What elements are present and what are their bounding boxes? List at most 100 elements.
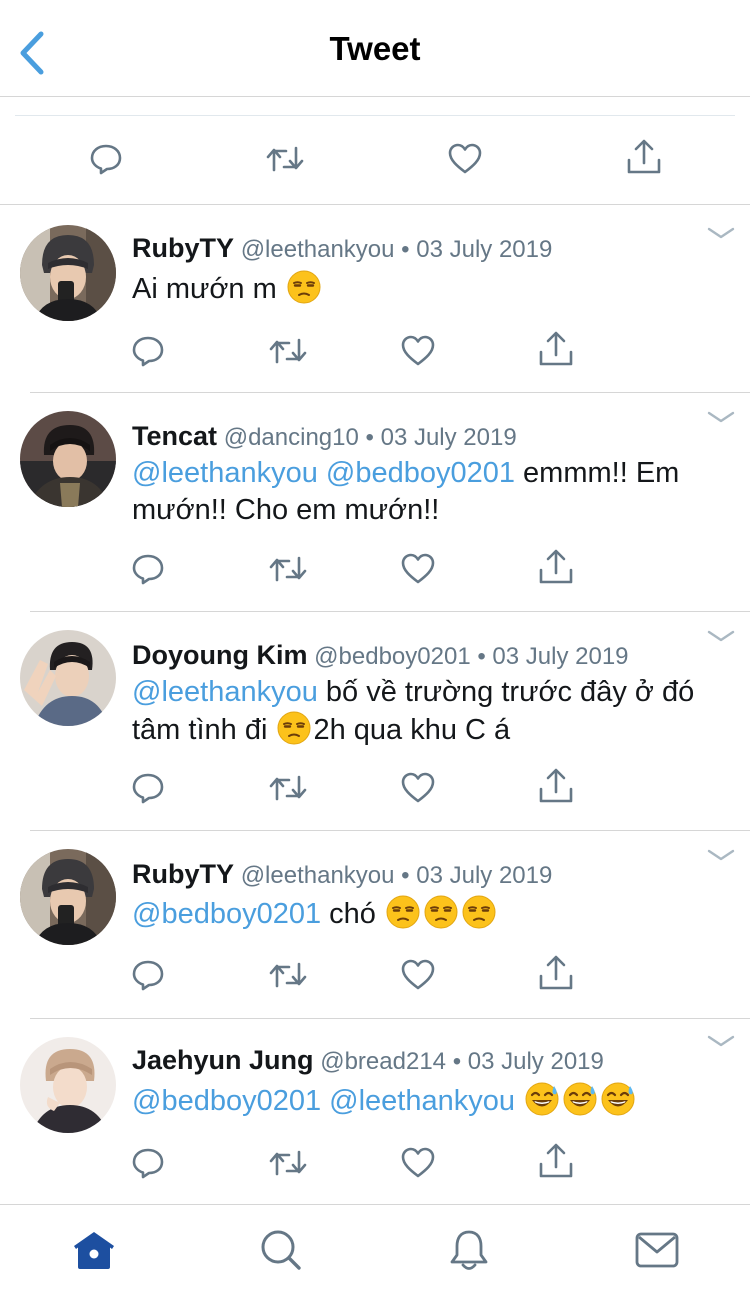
- handle[interactable]: @leethankyou: [241, 236, 395, 263]
- retweet-icon: [268, 958, 308, 992]
- reply-item[interactable]: RubyTY @leethankyou • 03 July 2019 @bedb…: [0, 831, 750, 1019]
- tab-messages[interactable]: [632, 1225, 682, 1275]
- share-icon: [538, 548, 574, 586]
- heart-icon: [448, 143, 482, 174]
- retweet-button[interactable]: [266, 766, 310, 810]
- mention-link[interactable]: @bedboy0201 @leethankyou: [132, 1085, 515, 1117]
- mention-link[interactable]: @bedboy0201: [132, 898, 321, 930]
- bell-icon: [450, 1230, 488, 1270]
- tab-notifications[interactable]: [444, 1225, 494, 1275]
- text-segment: Ai mướn m: [132, 273, 285, 305]
- handle[interactable]: @dancing10: [224, 424, 359, 451]
- home-icon: [74, 1232, 114, 1269]
- text-segment: chó: [321, 898, 384, 930]
- retweet-button[interactable]: [266, 329, 310, 373]
- share-button[interactable]: [534, 545, 578, 589]
- reply-button[interactable]: [126, 953, 170, 997]
- tweet-menu-button[interactable]: [706, 626, 736, 646]
- heart-icon: [400, 334, 436, 368]
- share-button[interactable]: [534, 764, 578, 808]
- like-button[interactable]: [396, 766, 440, 810]
- tweet-text: @bedboy0201 @leethankyou: [132, 1082, 732, 1120]
- retweet-button[interactable]: [266, 1141, 310, 1185]
- main-like-button[interactable]: [443, 137, 487, 181]
- sweat-smile-icon: [525, 1082, 559, 1116]
- retweet-icon: [268, 552, 308, 586]
- timestamp: 03 July 2019: [416, 862, 553, 889]
- mention-link[interactable]: @leethankyou @bedboy0201: [132, 457, 515, 489]
- timestamp: 03 July 2019: [416, 236, 553, 263]
- main-reply-button[interactable]: [84, 137, 128, 181]
- handle[interactable]: @bedboy0201: [314, 643, 471, 670]
- display-name[interactable]: Jaehyun Jung: [132, 1045, 314, 1075]
- heart-icon: [400, 958, 436, 992]
- envelope-icon: [635, 1232, 679, 1268]
- like-button[interactable]: [396, 1141, 440, 1185]
- reply-button[interactable]: [126, 1141, 170, 1185]
- text-segment: tâm tình đi: [132, 714, 276, 746]
- reply-item[interactable]: Jaehyun Jung @bread214 • 03 July 2019 @b…: [0, 1019, 750, 1204]
- display-name[interactable]: Tencat: [132, 421, 217, 451]
- retweet-button[interactable]: [266, 547, 310, 591]
- reply-item[interactable]: RubyTY @leethankyou • 03 July 2019 Ai mư…: [0, 205, 750, 393]
- unamused-face-icon: [287, 270, 321, 304]
- search-icon: [261, 1230, 301, 1270]
- avatar[interactable]: [20, 630, 116, 726]
- separator-dot: •: [401, 236, 410, 263]
- avatar[interactable]: [20, 849, 116, 945]
- tweet-header: RubyTY @leethankyou • 03 July 2019: [132, 859, 552, 890]
- share-button[interactable]: [534, 1139, 578, 1183]
- page-title: Tweet: [329, 30, 421, 67]
- display-name[interactable]: RubyTY: [132, 233, 234, 263]
- reply-button[interactable]: [126, 766, 170, 810]
- retweet-button[interactable]: [266, 953, 310, 997]
- tweet-menu-button[interactable]: [706, 845, 736, 865]
- divider: [15, 115, 735, 116]
- tab-bar: [0, 1204, 750, 1302]
- share-icon: [538, 767, 574, 805]
- tab-search[interactable]: [256, 1225, 306, 1275]
- avatar-image: [20, 849, 116, 945]
- reply-button[interactable]: [126, 547, 170, 591]
- chevron-down-icon: [706, 407, 736, 427]
- reply-item[interactable]: Doyoung Kim @bedboy0201 • 03 July 2019 @…: [0, 612, 750, 831]
- chevron-down-icon: [706, 626, 736, 646]
- like-button[interactable]: [396, 953, 440, 997]
- avatar[interactable]: [20, 411, 116, 507]
- tweet-menu-button[interactable]: [706, 223, 736, 243]
- avatar[interactable]: [20, 1037, 116, 1133]
- share-button[interactable]: [534, 951, 578, 995]
- display-name[interactable]: Doyoung Kim: [132, 640, 308, 670]
- chevron-down-icon: [706, 845, 736, 865]
- main-share-button[interactable]: [622, 135, 666, 179]
- heart-icon: [400, 1146, 436, 1180]
- handle[interactable]: @leethankyou: [241, 862, 395, 889]
- text-segment: bố về trường trước đây ở đó: [317, 676, 695, 708]
- retweet-icon: [268, 334, 308, 368]
- reply-icon: [131, 958, 165, 992]
- avatar[interactable]: [20, 225, 116, 321]
- avatar-image: [20, 1037, 116, 1133]
- reply-item[interactable]: Tencat @dancing10 • 03 July 2019 @leetha…: [0, 393, 750, 612]
- share-button[interactable]: [534, 327, 578, 371]
- unamused-face-icon: [462, 895, 496, 929]
- share-icon: [627, 139, 661, 174]
- tweet-text: @leethankyou bố về trường trước đây ở đó…: [132, 674, 732, 749]
- display-name[interactable]: RubyTY: [132, 859, 234, 889]
- reply-button[interactable]: [126, 329, 170, 373]
- tab-home[interactable]: [69, 1225, 119, 1275]
- like-button[interactable]: [396, 547, 440, 591]
- tweet-menu-button[interactable]: [706, 1031, 736, 1051]
- mention-link[interactable]: @leethankyou: [132, 676, 318, 708]
- text-segment: [515, 1085, 523, 1117]
- separator-dot: •: [452, 1048, 462, 1075]
- tweet-menu-button[interactable]: [706, 407, 736, 427]
- separator-dot: •: [365, 424, 374, 451]
- tweet-header: Jaehyun Jung @bread214 • 03 July 2019: [132, 1045, 604, 1076]
- timestamp: 03 July 2019: [380, 424, 517, 451]
- like-button[interactable]: [396, 329, 440, 373]
- heart-icon: [400, 552, 436, 586]
- tweet-header: Doyoung Kim @bedboy0201 • 03 July 2019: [132, 640, 629, 671]
- handle[interactable]: @bread214: [320, 1048, 446, 1075]
- main-retweet-button[interactable]: [263, 137, 307, 181]
